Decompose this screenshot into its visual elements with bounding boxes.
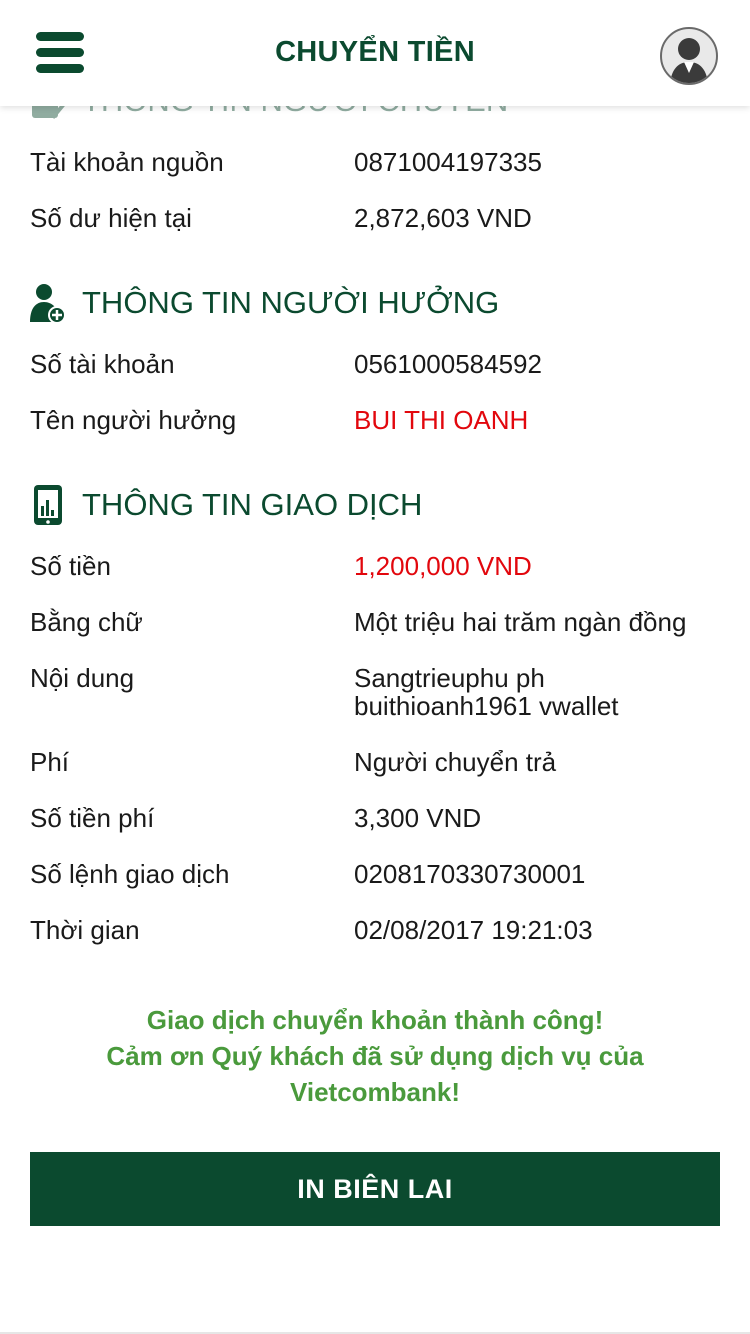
row-value: 0871004197335: [354, 147, 542, 177]
row-value: 02/08/2017 19:21:03: [354, 915, 593, 945]
content-line-1: Sangtrieuphu ph: [354, 663, 545, 693]
beneficiary-section-title: THÔNG TIN NGƯỜI HƯỞNG: [82, 285, 500, 320]
row-label: Số tài khoản: [30, 349, 175, 379]
row-label: Phí: [30, 747, 70, 777]
content-line-2: buithioanh1961 vwallet: [354, 691, 619, 721]
print-receipt-button[interactable]: IN BIÊN LAI: [30, 1152, 720, 1226]
user-avatar-icon[interactable]: [660, 27, 718, 85]
transaction-section-title: THÔNG TIN GIAO DỊCH: [82, 487, 423, 522]
beneficiary-section-header: THÔNG TIN NGƯỜI HƯỞNG: [30, 282, 499, 324]
row-label: Số dư hiện tại: [30, 203, 192, 233]
row-label: Tên người hưởng: [30, 405, 237, 435]
row-value: 2,872,603 VND: [354, 203, 532, 233]
success-line-2: Cảm ơn Quý khách đã sử dụng dịch vụ của: [106, 1041, 644, 1071]
row-label: Bằng chữ: [30, 607, 143, 637]
row-value: 3,300 VND: [354, 803, 482, 833]
transaction-section-header: THÔNG TIN GIAO DỊCH: [30, 484, 422, 526]
row-label: Số tiền: [30, 551, 111, 581]
row-value: 0208170330730001: [354, 859, 586, 889]
success-line-1: Giao dịch chuyển khoản thành công!: [146, 1005, 604, 1035]
row-label: Thời gian: [30, 915, 140, 945]
beneficiary-name-value: BUI THI OANH: [354, 405, 529, 435]
page-title: CHUYỂN TIỀN: [275, 36, 475, 68]
success-line-3: Vietcombank!: [289, 1077, 460, 1107]
row-label: Tài khoản nguồn: [30, 147, 224, 177]
mobile-chart-icon: [34, 485, 62, 525]
row-value: Người chuyển trả: [354, 747, 557, 777]
row-value: Một triệu hai trăm ngàn đồng: [354, 607, 687, 637]
amount-value: 1,200,000 VND: [354, 551, 532, 581]
success-message: Giao dịch chuyển khoản thành công! Cảm ơ…: [40, 1002, 710, 1110]
user-add-icon: [30, 284, 66, 324]
row-label: Số lệnh giao dịch: [30, 859, 230, 889]
row-label: Nội dung: [30, 663, 135, 693]
app-header: CHUYỂN TIỀN: [0, 0, 750, 106]
row-value: Sangtrieuphu ph buithioanh1961 vwallet: [354, 664, 724, 720]
row-value: 0561000584592: [354, 349, 542, 379]
row-label: Số tiền phí: [30, 803, 155, 833]
